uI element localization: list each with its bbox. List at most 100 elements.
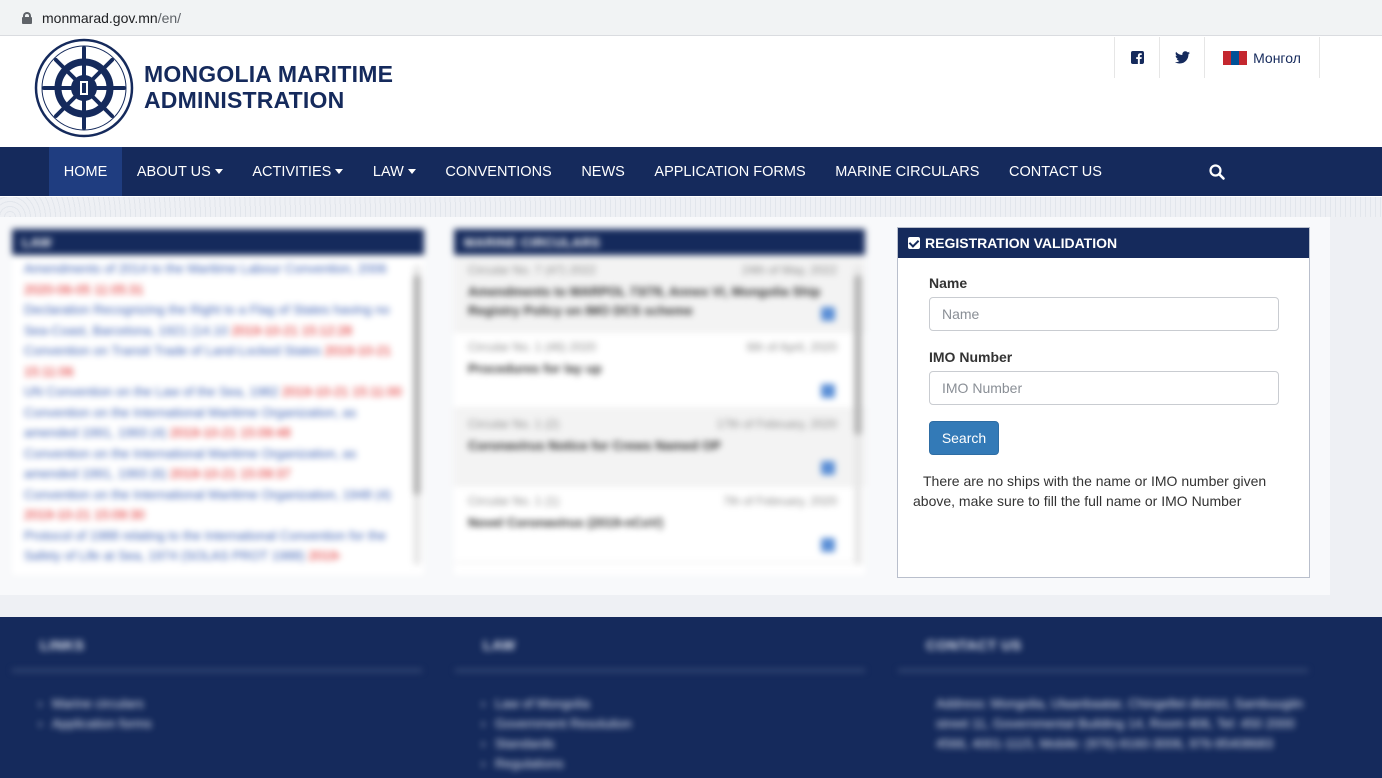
circular-item[interactable]: Circular No. 7 (47) 2022 24th of May, 202… xyxy=(454,255,865,332)
circular-number: Circular No. 1 (1) xyxy=(468,494,560,508)
caret-down-icon xyxy=(214,169,223,174)
site-title-line2: ADMINISTRATION xyxy=(144,87,345,113)
download-icon[interactable] xyxy=(821,307,835,321)
download-icon[interactable] xyxy=(821,384,835,398)
circulars-scroll-thumb[interactable] xyxy=(854,275,862,435)
law-entry-date: 2019- xyxy=(308,548,342,563)
url-text: monmarad.gov.mn/en/ xyxy=(42,10,181,26)
circular-date: 7th of February, 2020 xyxy=(723,494,837,508)
footer-divider xyxy=(455,669,865,672)
nav-about-us[interactable]: ABOUT US xyxy=(122,147,237,196)
site-header: MONGOLIA MARITIME ADMINISTRATION Монгол xyxy=(0,37,1382,147)
url-path: /en/ xyxy=(157,9,182,26)
footer-link[interactable]: Marine circulars xyxy=(32,694,422,714)
footer-contact-column: CONTACT US Address: Mongolia, Ulaanbaata… xyxy=(898,637,1308,754)
download-icon[interactable] xyxy=(821,461,835,475)
caret-down-icon xyxy=(407,169,416,174)
site-title[interactable]: MONGOLIA MARITIME ADMINISTRATION xyxy=(144,61,393,113)
language-switch[interactable]: Монгол xyxy=(1205,37,1320,78)
law-entry-date: 2019-10-21 15:09:48 xyxy=(170,425,291,440)
nav-application-forms[interactable]: APPLICATION FORMS xyxy=(640,147,821,196)
law-entry-title: Convention on the International Maritime… xyxy=(24,486,392,502)
name-input[interactable] xyxy=(929,297,1279,331)
url-host: monmarad.gov.mn xyxy=(42,9,158,26)
law-entry[interactable]: Convention on the International Maritime… xyxy=(24,403,412,444)
nav-law[interactable]: LAW xyxy=(358,147,430,196)
imo-number-input[interactable] xyxy=(929,371,1279,405)
law-scrollbar[interactable] xyxy=(413,265,421,565)
checkbox-icon xyxy=(908,237,920,249)
law-entry-date: 2019-10-21 15:11:00 xyxy=(282,384,402,399)
circular-title: Novel Coronavirus (2019-nCoV) xyxy=(468,515,664,530)
circular-number: Circular No. 7 (47) 2022 xyxy=(468,263,597,277)
law-panel-title: LAW xyxy=(22,234,52,250)
language-label: Монгол xyxy=(1253,49,1301,66)
main-nav: HOME ABOUT US ACTIVITIES LAW CONVENTIONS… xyxy=(0,147,1382,196)
law-entry[interactable]: UN Convention on the Law of the Sea, 198… xyxy=(24,382,412,403)
circular-date: 6th of April, 2020 xyxy=(746,340,837,354)
twitter-link[interactable] xyxy=(1160,37,1205,78)
law-entry-date: 2019-10-21 15:09:30 xyxy=(24,507,145,522)
circular-date: 24th of May, 2022 xyxy=(741,263,837,277)
law-entry[interactable]: Convention on the International Maritime… xyxy=(24,444,412,485)
footer-link[interactable]: Application forms xyxy=(32,714,422,734)
facebook-icon xyxy=(1130,51,1144,64)
facebook-link[interactable] xyxy=(1115,37,1160,78)
search-button[interactable]: Search xyxy=(929,421,999,455)
nav-conventions[interactable]: CONVENTIONS xyxy=(431,147,567,196)
footer-link[interactable]: Government Resolution xyxy=(475,714,865,734)
law-entry[interactable]: Convention on Transit Trade of Land-Lock… xyxy=(24,341,412,382)
law-entry-date: 2019-10-21 15:09:37 xyxy=(170,466,291,481)
circulars-panel-body: Circular No. 7 (47) 2022 24th of May, 202… xyxy=(454,255,865,575)
registration-validation-panel: REGISTRATION VALIDATION Name IMO Number … xyxy=(897,227,1310,578)
wave-pattern xyxy=(0,197,1382,217)
footer-link[interactable]: Standards xyxy=(475,734,865,754)
validation-message: There are no ships with the name or IMO … xyxy=(913,473,1267,509)
nav-activities[interactable]: ACTIVITIES xyxy=(238,147,359,196)
circular-item[interactable]: Circular No. 1 (2) 17th of February, 2020… xyxy=(454,409,865,486)
nav-home[interactable]: HOME xyxy=(49,147,123,196)
circulars-panel-title: MARINE CIRCULARS xyxy=(464,234,601,250)
law-entry[interactable]: Declaration Recognizing the Right to a F… xyxy=(24,300,412,341)
circular-item[interactable]: Circular No. 1 (1) 7th of February, 2020 … xyxy=(454,486,865,563)
top-links: Монгол xyxy=(1114,37,1320,78)
circular-item[interactable]: Circular No. 1 (46) 2020 6th of April, 20… xyxy=(454,332,865,409)
caret-down-icon xyxy=(335,169,344,174)
footer-contact-title: CONTACT US xyxy=(926,637,1022,653)
registration-title: REGISTRATION VALIDATION xyxy=(925,235,1118,251)
nav-home-label: HOME xyxy=(63,163,108,180)
footer-links-title: LINKS xyxy=(40,637,85,653)
download-icon[interactable] xyxy=(821,538,835,552)
ship-wheel-logo[interactable] xyxy=(34,38,134,138)
circular-date: 17th of February, 2020 xyxy=(716,417,837,431)
footer-link[interactable]: Regulations xyxy=(475,754,865,774)
law-entry[interactable]: Amendments of 2014 to the Maritime Labou… xyxy=(24,259,412,300)
nav-contact-us[interactable]: CONTACT US xyxy=(994,147,1117,196)
circular-title: Coronavirus Notice for Crews Named OP xyxy=(468,438,721,453)
footer-contact-text: Address: Mongolia, Ulaanbaatar, Chingelt… xyxy=(936,696,1304,751)
nav-news[interactable]: NEWS xyxy=(567,147,640,196)
circular-title: Amendments to MARPOL 73/78, Annex VI, Mo… xyxy=(468,284,821,318)
nav-marine-circulars[interactable]: MARINE CIRCULARS xyxy=(820,147,994,196)
footer-link[interactable]: Law of Mongolia xyxy=(475,694,865,714)
site-footer: LINKS Marine circulars Application forms… xyxy=(0,617,1382,778)
footer-law-column: LAW Law of Mongolia Government Resolutio… xyxy=(455,637,865,774)
law-scroll-thumb[interactable] xyxy=(413,275,421,495)
footer-divider xyxy=(12,669,422,672)
nav-activities-label: ACTIVITIES xyxy=(252,163,332,180)
law-entry-title: Convention on Transit Trade of Land-Lock… xyxy=(24,343,322,358)
law-entry[interactable]: Convention on the International Maritime… xyxy=(24,485,412,526)
circulars-scrollbar[interactable] xyxy=(854,265,862,565)
twitter-icon xyxy=(1174,51,1190,64)
search-icon[interactable] xyxy=(1208,163,1226,181)
law-entry-date: 2019-10-21 15:12:28 xyxy=(231,322,353,338)
circular-number: Circular No. 1 (2) xyxy=(468,417,560,431)
nav-contact-us-label: CONTACT US xyxy=(1009,163,1102,180)
circular-number: Circular No. 1 (46) 2020 xyxy=(468,340,597,354)
law-entry-title: UN Convention on the Law of the Sea, 198… xyxy=(24,384,279,399)
url-field[interactable]: monmarad.gov.mn/en/ xyxy=(8,4,1374,31)
nav-news-label: NEWS xyxy=(581,163,625,180)
law-list: Amendments of 2014 to the Maritime Labou… xyxy=(12,255,424,567)
law-entry-title: Amendments of 2014 to the Maritime Labou… xyxy=(24,261,387,276)
law-entry[interactable]: Protocol of 1988 relating to the Interna… xyxy=(24,526,412,567)
